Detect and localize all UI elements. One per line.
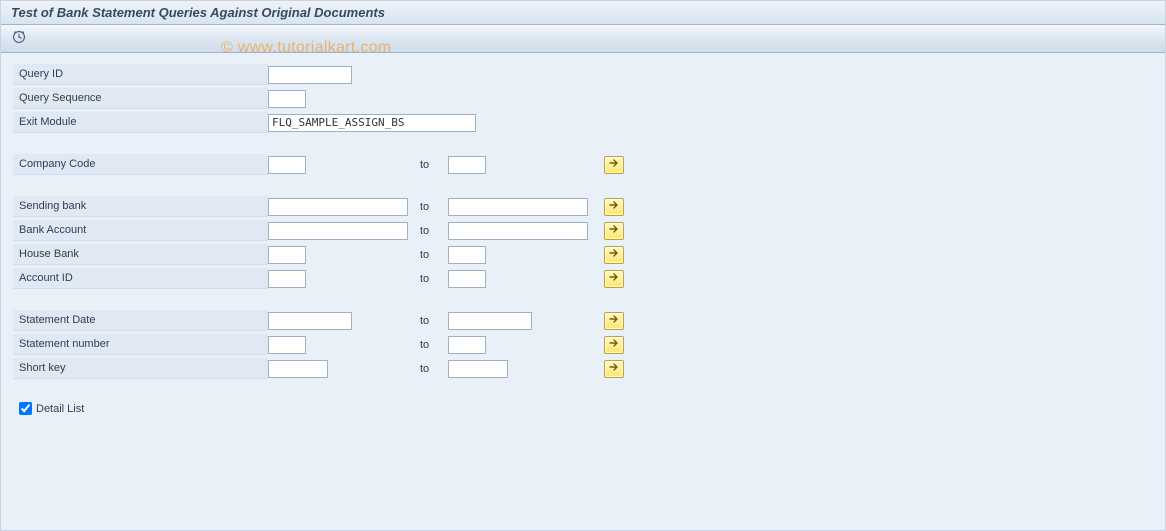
row-account-id: Account ID to	[13, 267, 1153, 290]
input-short-key-from[interactable]	[268, 360, 328, 378]
row-house-bank: House Bank to	[13, 243, 1153, 266]
label-to-statement-date: to	[418, 315, 448, 327]
btn-statement-number-multi[interactable]	[604, 336, 624, 354]
btn-company-code-multi[interactable]	[604, 156, 624, 174]
row-detail-list: Detail List	[13, 402, 1153, 415]
row-sending-bank: Sending bank to	[13, 195, 1153, 218]
input-statement-number-from[interactable]	[268, 336, 306, 354]
arrow-right-icon	[609, 338, 619, 351]
arrow-right-icon	[609, 200, 619, 213]
input-sending-bank-to[interactable]	[448, 198, 588, 216]
input-sending-bank-from[interactable]	[268, 198, 408, 216]
clock-execute-icon	[12, 30, 26, 47]
label-statement-date: Statement Date	[13, 310, 268, 331]
input-exit-module[interactable]	[268, 114, 476, 132]
btn-account-id-multi[interactable]	[604, 270, 624, 288]
row-company-code: Company Code to	[13, 153, 1153, 176]
checkbox-detail-list[interactable]	[19, 402, 32, 415]
input-account-id-from[interactable]	[268, 270, 306, 288]
arrow-right-icon	[609, 272, 619, 285]
row-query-id: Query ID	[13, 63, 1153, 86]
row-statement-date: Statement Date to	[13, 309, 1153, 332]
label-bank-account: Bank Account	[13, 220, 268, 241]
input-query-id[interactable]	[268, 66, 352, 84]
input-query-sequence[interactable]	[268, 90, 306, 108]
execute-button[interactable]	[9, 29, 29, 49]
label-house-bank: House Bank	[13, 244, 268, 265]
label-exit-module: Exit Module	[13, 112, 268, 133]
label-query-id: Query ID	[13, 64, 268, 85]
btn-short-key-multi[interactable]	[604, 360, 624, 378]
input-short-key-to[interactable]	[448, 360, 508, 378]
label-to-short-key: to	[418, 363, 448, 375]
input-company-code-to[interactable]	[448, 156, 486, 174]
input-statement-date-from[interactable]	[268, 312, 352, 330]
row-short-key: Short key to	[13, 357, 1153, 380]
arrow-right-icon	[609, 158, 619, 171]
input-statement-number-to[interactable]	[448, 336, 486, 354]
arrow-right-icon	[609, 248, 619, 261]
label-to-bank-account: to	[418, 225, 448, 237]
input-company-code-from[interactable]	[268, 156, 306, 174]
input-statement-date-to[interactable]	[448, 312, 532, 330]
input-bank-account-to[interactable]	[448, 222, 588, 240]
label-account-id: Account ID	[13, 268, 268, 289]
page-title: Test of Bank Statement Queries Against O…	[11, 5, 385, 20]
row-exit-module: Exit Module	[13, 111, 1153, 134]
selection-screen: © www.tutorialkart.com Query ID Query Se…	[1, 53, 1165, 530]
input-house-bank-to[interactable]	[448, 246, 486, 264]
input-account-id-to[interactable]	[448, 270, 486, 288]
row-statement-number: Statement number to	[13, 333, 1153, 356]
input-house-bank-from[interactable]	[268, 246, 306, 264]
label-query-sequence: Query Sequence	[13, 88, 268, 109]
input-bank-account-from[interactable]	[268, 222, 408, 240]
row-query-sequence: Query Sequence	[13, 87, 1153, 110]
label-to-sending-bank: to	[418, 201, 448, 213]
label-to-statement-number: to	[418, 339, 448, 351]
label-company-code: Company Code	[13, 154, 268, 175]
btn-house-bank-multi[interactable]	[604, 246, 624, 264]
label-detail-list: Detail List	[36, 403, 84, 415]
title-bar: Test of Bank Statement Queries Against O…	[1, 1, 1165, 25]
label-to-company-code: to	[418, 159, 448, 171]
label-to-account-id: to	[418, 273, 448, 285]
arrow-right-icon	[609, 362, 619, 375]
application-toolbar	[1, 25, 1165, 53]
arrow-right-icon	[609, 224, 619, 237]
label-sending-bank: Sending bank	[13, 196, 268, 217]
btn-bank-account-multi[interactable]	[604, 222, 624, 240]
label-to-house-bank: to	[418, 249, 448, 261]
label-short-key: Short key	[13, 358, 268, 379]
arrow-right-icon	[609, 314, 619, 327]
row-bank-account: Bank Account to	[13, 219, 1153, 242]
label-statement-number: Statement number	[13, 334, 268, 355]
btn-sending-bank-multi[interactable]	[604, 198, 624, 216]
btn-statement-date-multi[interactable]	[604, 312, 624, 330]
